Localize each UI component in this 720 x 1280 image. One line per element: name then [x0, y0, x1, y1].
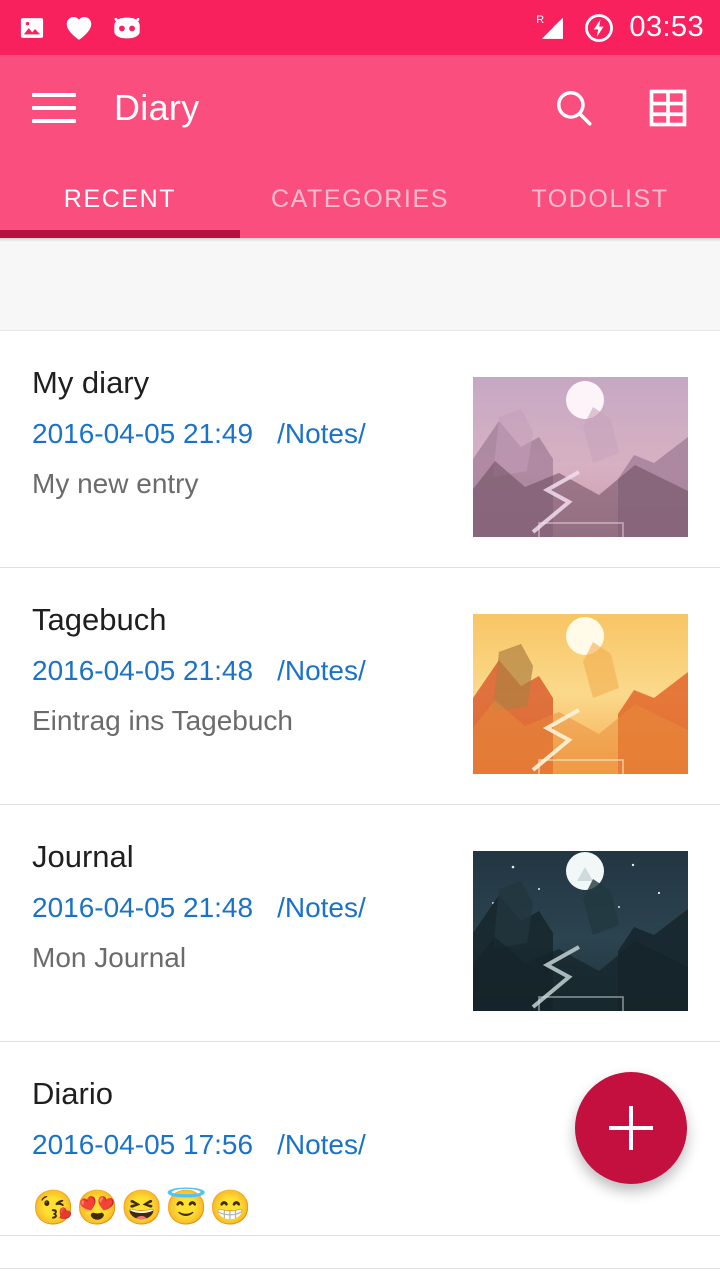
app-toolbar: Diary [0, 55, 720, 160]
entry-meta: 2016-04-05 21:48/Notes/ [32, 655, 473, 687]
entry-preview: My new entry [32, 467, 199, 499]
tab-categories[interactable]: CATEGORIES [240, 160, 480, 238]
entry-title: My diary [32, 365, 150, 400]
entry-emoji-preview: 😘😍😆😇😁 [32, 1188, 254, 1227]
cyanogenmod-icon [112, 15, 142, 41]
toolbar-actions [552, 86, 690, 130]
entry-meta: 2016-04-05 21:49/Notes/ [32, 418, 473, 450]
list-item[interactable]: Tagebuch 2016-04-05 21:48/Notes/ Eintrag… [0, 568, 720, 805]
list-header-spacer [0, 243, 720, 331]
heart-icon [64, 14, 94, 42]
tab-categories-label: CATEGORIES [270, 184, 450, 213]
svg-text:R: R [537, 14, 545, 26]
add-entry-fab[interactable] [575, 1072, 687, 1184]
entry-text-block: Journal 2016-04-05 21:48/Notes/ Mon Jour… [32, 835, 473, 974]
signal-roaming-icon: R [535, 13, 569, 43]
entry-meta: 2016-04-05 21:48/Notes/ [32, 892, 473, 924]
plus-icon-vertical [629, 1106, 633, 1150]
tab-todolist-label: TODOLIST [531, 184, 669, 213]
status-bar-clock: 03:53 [629, 11, 704, 43]
entry-thumbnail[interactable] [473, 614, 688, 774]
entry-title: Journal [32, 839, 134, 874]
page-title: Diary [114, 86, 200, 128]
list-item[interactable]: My diary 2016-04-05 21:49/Notes/ My new … [0, 331, 720, 568]
entry-datetime: 2016-04-05 17:56 [32, 1128, 254, 1160]
entry-thumbnail[interactable] [473, 377, 688, 537]
entry-preview: Mon Journal [32, 941, 187, 973]
entry-datetime: 2016-04-05 21:49 [32, 417, 254, 449]
entry-title: Tagebuch [32, 602, 167, 637]
grid-view-icon[interactable] [646, 86, 690, 130]
entry-text-block: My diary 2016-04-05 21:49/Notes/ My new … [32, 361, 473, 500]
entry-datetime: 2016-04-05 21:48 [32, 654, 254, 686]
entry-preview: Eintrag ins Tagebuch [32, 704, 293, 736]
battery-charging-icon [583, 12, 615, 44]
tab-todolist[interactable]: TODOLIST [480, 160, 720, 238]
entry-thumbnail[interactable] [473, 851, 688, 1011]
tab-recent[interactable]: RECENT [0, 160, 240, 238]
entry-datetime: 2016-04-05 21:48 [32, 891, 254, 923]
tab-recent-label: RECENT [63, 184, 177, 213]
entry-folder: /Notes/ [277, 891, 366, 923]
hamburger-menu-icon[interactable] [32, 92, 76, 123]
entry-folder: /Notes/ [277, 417, 366, 449]
list-bottom-divider [0, 1235, 720, 1236]
entry-folder: /Notes/ [277, 654, 366, 686]
app-screen: R 03:53 Diary RECENT CATEGORIES TODOLIST… [0, 0, 720, 1280]
tab-bar: RECENT CATEGORIES TODOLIST [0, 160, 720, 238]
status-bar: R 03:53 [0, 0, 720, 55]
entry-folder: /Notes/ [277, 1128, 366, 1160]
status-bar-notification-icons [18, 14, 142, 42]
status-bar-system-icons: R 03:53 [535, 12, 704, 44]
list-item[interactable]: Journal 2016-04-05 21:48/Notes/ Mon Jour… [0, 805, 720, 1042]
image-icon [18, 14, 46, 42]
entry-text-block: Tagebuch 2016-04-05 21:48/Notes/ Eintrag… [32, 598, 473, 737]
tab-active-indicator [0, 230, 240, 238]
search-icon[interactable] [552, 86, 596, 130]
